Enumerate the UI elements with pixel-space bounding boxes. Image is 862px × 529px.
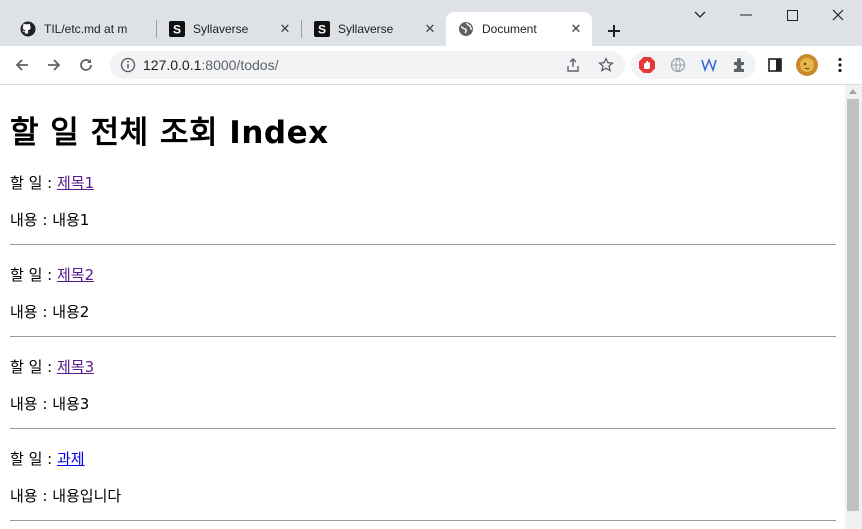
close-icon — [832, 9, 844, 21]
todo-content: 내용입니다 — [52, 487, 122, 505]
syllaverse-icon: S — [314, 21, 330, 37]
tab-search-button[interactable] — [677, 0, 723, 30]
divider — [10, 336, 836, 337]
maximize-button[interactable] — [769, 0, 815, 30]
todo-label: 할 일 : — [10, 174, 57, 192]
todo-title-line: 할 일 : 제목2 — [10, 264, 94, 285]
info-icon[interactable] — [120, 57, 136, 77]
todo-label: 할 일 : — [10, 450, 57, 468]
tab-title: TIL/etc.md at m — [44, 22, 128, 36]
syllaverse-icon: S — [169, 21, 185, 37]
divider — [10, 428, 836, 429]
close-icon[interactable]: ✕ — [422, 21, 438, 37]
todo-content-line: 내용 : 내용2 — [10, 301, 89, 322]
tab-github[interactable]: TIL/etc.md at m — [8, 12, 156, 46]
adblock-icon[interactable] — [638, 56, 656, 78]
reload-button[interactable] — [72, 51, 100, 79]
new-tab-button[interactable] — [600, 17, 628, 45]
todo-title-link[interactable]: 제목3 — [57, 358, 94, 376]
extensions-area — [631, 51, 756, 79]
tab-syllaverse-1[interactable]: S Syllaverse ✕ — [157, 12, 301, 46]
tab-strip: TIL/etc.md at m S Syllaverse ✕ S Syllave… — [0, 0, 862, 46]
github-icon — [20, 21, 36, 37]
divider — [10, 520, 836, 521]
todo-content: 내용2 — [52, 303, 90, 321]
address-bar[interactable]: 127.0.0.1:8000/todos/ — [110, 51, 625, 79]
minimize-icon — [740, 14, 752, 16]
maximize-icon — [786, 9, 798, 21]
todo-title-line: 할 일 : 제목1 — [10, 172, 94, 193]
reload-icon — [80, 59, 92, 71]
todo-content-line: 내용 : 내용1 — [10, 209, 89, 230]
bookmark-star-icon[interactable] — [597, 56, 615, 77]
todo-content-line: 내용 : 내용3 — [10, 393, 89, 414]
content-label: 내용 : — [10, 395, 53, 413]
translate-globe-icon[interactable] — [670, 57, 686, 77]
menu-button[interactable] — [826, 51, 854, 79]
todo-title-link[interactable]: 제목1 — [57, 174, 94, 192]
url-text: 127.0.0.1:8000/todos/ — [143, 57, 279, 73]
back-button[interactable] — [8, 51, 36, 79]
vertical-scrollbar[interactable] — [845, 85, 862, 529]
page-viewport: 할 일 전체 조회 Index 할 일 : 제목1 내용 : 내용1 할 일 :… — [0, 85, 845, 529]
todo-title-line: 할 일 : 제목3 — [10, 356, 94, 377]
todo-content-line: 내용 : 내용입니다 — [10, 485, 121, 506]
browser-toolbar: 127.0.0.1:8000/todos/ — [0, 46, 862, 85]
content-label: 내용 : — [10, 487, 53, 505]
todo-content: 내용3 — [52, 395, 90, 413]
svg-text:S: S — [318, 23, 326, 37]
todo-label: 할 일 : — [10, 358, 57, 376]
content-label: 내용 : — [10, 211, 53, 229]
divider — [10, 244, 836, 245]
tab-syllaverse-2[interactable]: S Syllaverse ✕ — [302, 12, 446, 46]
tab-document[interactable]: Document ✕ — [446, 12, 592, 46]
forward-button[interactable] — [40, 51, 68, 79]
minimize-button[interactable] — [723, 0, 769, 30]
svg-text:S: S — [173, 23, 181, 37]
scrollbar-thumb[interactable] — [847, 99, 859, 511]
arrow-left-icon — [15, 59, 28, 71]
chevron-down-icon — [694, 11, 706, 18]
arrow-right-icon — [48, 59, 61, 71]
page-title: 할 일 전체 조회 Index — [10, 115, 329, 151]
tab-title: Document — [482, 22, 537, 36]
side-panel-icon — [768, 58, 782, 72]
todo-content: 내용1 — [52, 211, 90, 229]
wave-extension-icon[interactable] — [700, 57, 718, 77]
scroll-up-arrow-icon[interactable] — [849, 89, 857, 94]
todo-title-link[interactable]: 제목2 — [57, 266, 94, 284]
content-label: 내용 : — [10, 303, 53, 321]
share-icon[interactable] — [565, 57, 581, 77]
tab-title: Syllaverse — [193, 22, 249, 36]
profile-avatar[interactable] — [793, 51, 821, 79]
todo-title-link[interactable]: 과제 — [57, 450, 85, 468]
globe-icon — [458, 21, 474, 37]
todo-label: 할 일 : — [10, 266, 57, 284]
close-icon[interactable]: ✕ — [568, 21, 584, 37]
puzzle-icon[interactable] — [732, 56, 748, 78]
avatar-icon — [796, 54, 818, 76]
more-vertical-icon — [838, 57, 842, 73]
close-icon[interactable]: ✕ — [277, 21, 293, 37]
plus-icon — [608, 25, 620, 37]
close-window-button[interactable] — [815, 0, 861, 30]
tab-title: Syllaverse — [338, 22, 394, 36]
side-panel-button[interactable] — [761, 51, 789, 79]
todo-title-line: 할 일 : 과제 — [10, 448, 85, 469]
